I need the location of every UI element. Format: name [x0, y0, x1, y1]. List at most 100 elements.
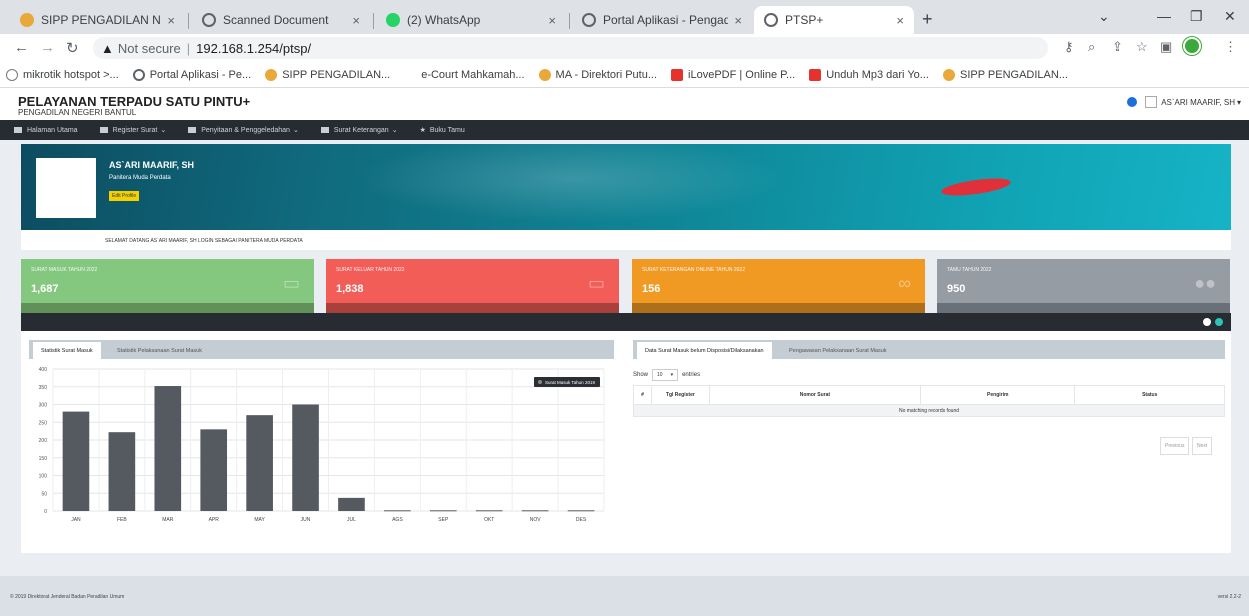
- key-icon[interactable]: ⚷: [1064, 39, 1074, 55]
- menu-label: Halaman Utama: [27, 126, 78, 134]
- tab-statistik-pelaksanaan[interactable]: Statistik Pelaksanaan Surat Masuk: [109, 342, 210, 359]
- restore-icon[interactable]: ❐: [1190, 8, 1203, 25]
- close-icon[interactable]: ×: [352, 13, 360, 28]
- menu-dots-icon[interactable]: ⋮: [1224, 39, 1237, 55]
- whatsapp-icon: [386, 13, 400, 27]
- tab-search-icon[interactable]: ⌄: [1098, 8, 1110, 25]
- empty-message: No matching records found: [633, 404, 1225, 417]
- forward-icon[interactable]: →: [40, 39, 55, 56]
- collapse-icon[interactable]: [1203, 318, 1211, 326]
- sidepanel-icon[interactable]: ▣: [1160, 39, 1172, 55]
- ma-icon: [538, 68, 551, 81]
- main-panel: Statistik Surat Masuk Statistik Pelaksan…: [21, 331, 1231, 553]
- notification-icon[interactable]: [1127, 97, 1138, 107]
- tab-title: SIPP PENGADILAN NEGERI BANT: [41, 13, 161, 27]
- menu-item-buku-tamu[interactable]: ★ Buku Tamu: [420, 126, 465, 135]
- entries-select[interactable]: 10 ▾: [652, 369, 679, 381]
- url-text[interactable]: 192.168.1.254/ptsp/: [196, 41, 311, 56]
- download-icon: [809, 68, 822, 81]
- browser-tab-sipp[interactable]: SIPP PENGADILAN NEGERI BANT ×: [10, 6, 185, 34]
- bookmark-item[interactable]: SIPP PENGADILAN...: [265, 68, 391, 81]
- panel-controls: [1199, 318, 1223, 326]
- previous-button[interactable]: Previous: [1160, 437, 1190, 455]
- bookmark-label: Portal Aplikasi - Pe...: [149, 68, 252, 81]
- edit-profile-button[interactable]: Edit Profile: [109, 191, 140, 201]
- legend-swatch: [538, 380, 542, 384]
- minimize-icon[interactable]: —: [1157, 8, 1171, 24]
- menu-item-halaman-utama[interactable]: Halaman Utama: [14, 127, 78, 134]
- tab-title: PTSP+: [785, 13, 824, 27]
- heart-icon: [671, 68, 684, 81]
- x-tick-label: JUL: [347, 517, 356, 523]
- close-window-icon[interactable]: ✕: [1224, 8, 1236, 25]
- close-icon[interactable]: ×: [167, 13, 175, 28]
- bookmark-item[interactable]: e-Court Mahkamah...: [404, 68, 525, 81]
- tab-pengawasan-pelaksanaan[interactable]: Pengawasan Pelaksanaan Surat Masuk: [781, 342, 895, 359]
- bar: [292, 404, 319, 511]
- url-separator: |: [186, 40, 191, 56]
- envelope-icon: [99, 127, 108, 133]
- share-icon[interactable]: ⇪: [1112, 39, 1123, 55]
- bookmark-item[interactable]: iLovePDF | Online P...: [671, 68, 795, 81]
- star-icon[interactable]: ☆: [1136, 39, 1148, 55]
- bar: [338, 497, 365, 511]
- bar: [200, 429, 228, 511]
- entries-value: 10: [657, 372, 663, 378]
- bookmark-label: SIPP PENGADILAN...: [282, 68, 391, 81]
- table-tabs: Data Surat Masuk belum Disposisi/Dilaksa…: [633, 340, 1225, 359]
- reload-icon[interactable]: ↻: [66, 39, 79, 57]
- menu-label: Buku Tamu: [429, 126, 465, 134]
- bookmark-item[interactable]: SIPP PENGADILAN...: [942, 68, 1068, 81]
- menu-item-register-surat[interactable]: Register Surat ⌄: [99, 126, 167, 134]
- column-header[interactable]: Status: [1074, 385, 1225, 405]
- bookmark-item[interactable]: mikrotik hotspot >...: [6, 68, 119, 81]
- refresh-icon[interactable]: [1215, 318, 1223, 326]
- bar: [154, 386, 182, 511]
- x-tick-label: JUN: [301, 517, 311, 523]
- browser-tab-portal[interactable]: Portal Aplikasi - Pengadilan Nege ×: [572, 6, 752, 34]
- new-tab-button[interactable]: +: [922, 9, 933, 30]
- column-header[interactable]: Tgl Register: [650, 385, 710, 405]
- column-header[interactable]: Pengirim: [920, 385, 1076, 405]
- bar: [567, 510, 595, 512]
- browser-tab-strip: SIPP PENGADILAN NEGERI BANT × Scanned Do…: [0, 0, 1249, 34]
- bookmark-item[interactable]: Portal Aplikasi - Pe...: [132, 68, 252, 81]
- browser-tab-ptsp[interactable]: PTSP+ ×: [754, 6, 914, 34]
- browser-tab-scanned[interactable]: Scanned Document ×: [192, 6, 370, 34]
- back-icon[interactable]: ←: [14, 39, 29, 56]
- y-tick-label: 250: [39, 420, 48, 426]
- y-tick-label: 100: [39, 474, 48, 480]
- monitor-icon: ▭: [282, 273, 300, 293]
- data-table: # Tgl Register Nomor Surat Pengirim Stat…: [633, 385, 1225, 417]
- browser-tab-whatsapp[interactable]: (2) WhatsApp ×: [376, 6, 566, 34]
- x-tick-label: DES: [576, 517, 587, 523]
- close-icon[interactable]: ×: [548, 13, 556, 28]
- user-menu[interactable]: AS`ARI MAARIF, SH ▾: [1127, 96, 1241, 108]
- x-tick-label: JAN: [71, 517, 81, 523]
- tab-statistik-surat-masuk[interactable]: Statistik Surat Masuk: [33, 342, 101, 359]
- column-header[interactable]: Nomor Surat: [708, 385, 922, 405]
- tab-data-surat-masuk[interactable]: Data Surat Masuk belum Disposisi/Dilaksa…: [637, 342, 772, 359]
- menu-label: Register Surat: [112, 126, 158, 134]
- address-bar[interactable]: ▲ Not secure | 192.168.1.254/ptsp/: [93, 37, 1048, 59]
- close-icon[interactable]: ×: [734, 13, 742, 28]
- close-icon[interactable]: ×: [896, 13, 904, 28]
- menu-item-surat-keterangan[interactable]: Surat Keterangan ⌄: [320, 126, 398, 134]
- stat-label: SURAT MASUK TAHUN 2022: [31, 267, 98, 273]
- zoom-icon[interactable]: ⌕: [1088, 39, 1095, 55]
- column-header[interactable]: #: [633, 385, 652, 405]
- bookmark-item[interactable]: Unduh Mp3 dari Yo...: [809, 68, 929, 81]
- bar: [429, 510, 457, 512]
- chevron-down-icon: ⌄: [160, 127, 167, 134]
- bookmark-item[interactable]: MA - Direktori Putu...: [538, 68, 657, 81]
- user-name[interactable]: AS`ARI MAARIF, SH: [1161, 98, 1235, 107]
- menu-item-penyitaan[interactable]: Penyitaan & Penggeledahan ⌄: [188, 126, 299, 134]
- tab-separator: [569, 13, 570, 29]
- profile-photo: [36, 158, 96, 218]
- next-button[interactable]: Next: [1192, 437, 1213, 455]
- bar: [108, 432, 136, 511]
- chart-svg: 0 50 100 150 200 250 300 350 400 JAN FEB MAR APR MAY J…: [39, 367, 605, 523]
- monitor-icon: ▭: [587, 273, 605, 293]
- profile-avatar-icon[interactable]: [1183, 37, 1201, 55]
- bookmark-label: SIPP PENGADILAN...: [959, 68, 1068, 81]
